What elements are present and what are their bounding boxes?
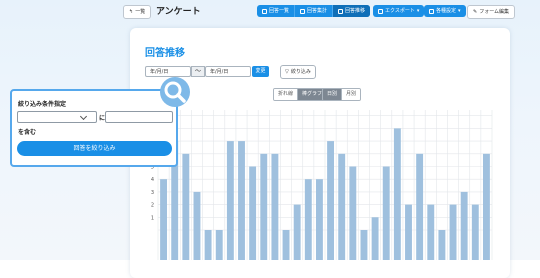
- chart-bar: [338, 153, 346, 260]
- chart-bar: [382, 166, 390, 260]
- chart-bar: [460, 191, 468, 260]
- chart-bar: [393, 128, 401, 260]
- daily-option[interactable]: 日別: [323, 89, 342, 100]
- chart-type-toggle: 折れ線 棒グラフ: [273, 88, 328, 101]
- y-tick-label: 3: [151, 190, 154, 196]
- caret-down-icon: ▾: [416, 8, 420, 14]
- field-select[interactable]: [17, 111, 97, 123]
- chart-bar: [327, 141, 335, 260]
- chart-bar: [260, 153, 268, 260]
- table-icon: [300, 8, 306, 14]
- keyword-input[interactable]: [105, 111, 173, 123]
- period-toggle: 日別 月別: [322, 88, 362, 101]
- chart-bar: [238, 141, 245, 260]
- chart-bar: [315, 179, 323, 260]
- nav-response-summary[interactable]: 回答集計: [295, 5, 334, 17]
- apply-date-button[interactable]: 変更: [252, 66, 269, 77]
- chart-bar: [215, 230, 223, 260]
- caret-down-icon: ▾: [458, 8, 461, 14]
- date-range-separator: 〜: [191, 66, 205, 77]
- y-tick-label: 4: [151, 177, 154, 183]
- chart-bar: [271, 153, 279, 260]
- document-icon: [378, 8, 383, 14]
- chart-bar: [360, 230, 368, 260]
- date-to-input[interactable]: 年/月/日: [205, 66, 251, 77]
- chart-bar: [449, 204, 457, 260]
- form-edit-button[interactable]: ✎ フォーム編集: [467, 5, 516, 19]
- list-icon: [262, 8, 267, 14]
- filter-button[interactable]: ▽ 絞り込み: [280, 65, 316, 79]
- line-chart-option[interactable]: 折れ線: [274, 89, 298, 100]
- chart-bar: [182, 153, 190, 260]
- chart-bar: [482, 153, 490, 260]
- chart-bar: [204, 230, 212, 260]
- chevron-down-icon: [79, 112, 88, 121]
- back-to-list-button[interactable]: ↰ 一覧: [123, 5, 152, 19]
- page-title: 回答推移: [145, 48, 185, 59]
- y-tick-label: 1: [151, 215, 154, 221]
- gear-icon: [429, 8, 434, 14]
- chart-bar: [160, 179, 168, 260]
- edit-icon: ✎: [473, 9, 478, 15]
- settings-menu-button[interactable]: 各種設定 ▾: [424, 5, 466, 17]
- chart-bar: [349, 166, 357, 260]
- chart-bar: [193, 191, 201, 260]
- popup-title: 絞り込み条件指定: [18, 101, 67, 108]
- suffix-label: を含む: [18, 129, 37, 136]
- funnel-icon: ▽: [285, 69, 289, 75]
- monthly-option[interactable]: 月別: [341, 89, 361, 100]
- date-from-input[interactable]: 年/月/日: [145, 66, 191, 77]
- view-nav: 回答一覧 回答集計 回答推移: [257, 5, 371, 17]
- nav-response-list[interactable]: 回答一覧: [257, 5, 296, 17]
- chart-bar: [438, 230, 446, 260]
- chart-bar: [416, 153, 424, 260]
- chart-bar: [282, 230, 290, 260]
- chart-bar: [471, 204, 479, 260]
- chart-icon: [338, 8, 344, 14]
- chart-bar: [427, 204, 435, 260]
- chart-bar: [371, 217, 379, 260]
- y-tick-label: 2: [151, 203, 154, 209]
- app-title: アンケート: [156, 7, 201, 17]
- chart-bar: [405, 204, 412, 260]
- app-header: ↰ 一覧 アンケート 回答一覧 回答集計 回答推移 エクスポート ▾ 各種設定 …: [0, 0, 540, 22]
- chart-bar: [293, 204, 301, 260]
- chart-bar: [249, 166, 257, 260]
- chart-bar: [226, 141, 234, 260]
- nav-response-trend[interactable]: 回答推移: [333, 5, 371, 17]
- export-menu-button[interactable]: エクスポート ▾: [373, 5, 425, 17]
- response-trend-chart: 12345678: [151, 110, 493, 260]
- back-arrow-icon: ↰: [129, 9, 134, 15]
- chart-bar: [304, 179, 312, 260]
- search-icon[interactable]: [160, 77, 190, 107]
- apply-filter-button[interactable]: 回答を絞り込み: [17, 141, 172, 156]
- filter-popup: 絞り込み条件指定 に を含む 回答を絞り込み: [10, 89, 178, 167]
